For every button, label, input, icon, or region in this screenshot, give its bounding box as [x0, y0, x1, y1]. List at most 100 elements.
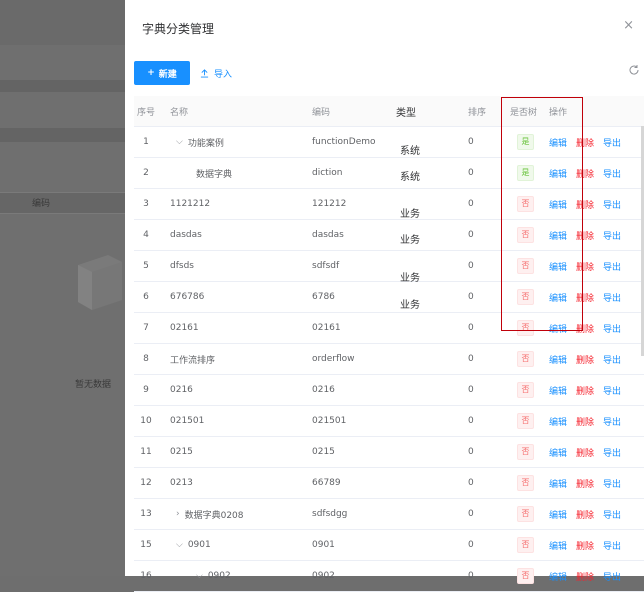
table-row[interactable]: 11 0215 0215 0 否编辑 删除 导出: [134, 437, 644, 468]
edit-link[interactable]: 编辑: [549, 260, 567, 273]
edit-link[interactable]: 编辑: [549, 322, 567, 335]
export-link[interactable]: 导出: [603, 198, 621, 211]
table-row[interactable]: 5 dfsds sdfsdf 0 否编辑 删除 导出: [134, 251, 644, 282]
export-link[interactable]: 导出: [603, 415, 621, 428]
chevron-right-icon[interactable]: ›: [176, 509, 180, 519]
row-operations: 编辑 删除 导出: [549, 189, 621, 219]
table-row[interactable]: 10 021501 021501 0 否编辑 删除 导出: [134, 406, 644, 437]
edit-link[interactable]: 编辑: [549, 198, 567, 211]
table-row[interactable]: 4 dasdas dasdas 0 否 编辑 删除 导出: [134, 220, 644, 251]
table-row[interactable]: 2 数据字典 diction 0 是编辑 删除 导出: [134, 158, 644, 189]
delete-link[interactable]: 删除: [576, 508, 594, 521]
delete-link[interactable]: 删除: [576, 353, 594, 366]
delete-link[interactable]: 删除: [576, 229, 594, 242]
export-link[interactable]: 导出: [603, 539, 621, 552]
row-operations: 编辑 删除 导出: [549, 251, 621, 281]
row-sort: 0: [468, 230, 474, 240]
edit-link[interactable]: 编辑: [549, 167, 567, 180]
row-name-text: 676786: [170, 292, 205, 302]
row-name-text: dasdas: [170, 230, 202, 240]
table-row[interactable]: 8 工作流排序 orderflow 0 否编辑 删除 导出: [134, 344, 644, 375]
status-badge: 是: [517, 165, 534, 181]
row-code: sdfsdf: [312, 261, 340, 271]
row-index: 4: [143, 230, 149, 240]
export-link[interactable]: 导出: [603, 229, 621, 242]
edit-link[interactable]: 编辑: [549, 229, 567, 242]
delete-link[interactable]: 删除: [576, 415, 594, 428]
status-badge: 否: [517, 537, 534, 553]
delete-link[interactable]: 删除: [576, 477, 594, 490]
table-row[interactable]: 1 ⌵ 功能案例 functionDemo 0 是编辑 删除 导出: [134, 127, 644, 158]
delete-link[interactable]: 删除: [576, 136, 594, 149]
table-row[interactable]: 15 ⌵ 0901 0901 0 否编辑 删除 导出: [134, 530, 644, 561]
table-row[interactable]: 7 02161 02161 0 否编辑 删除 导出: [134, 313, 644, 344]
edit-link[interactable]: 编辑: [549, 508, 567, 521]
export-link[interactable]: 导出: [603, 570, 621, 583]
import-button[interactable]: 导入: [200, 61, 232, 85]
row-name-text: 功能案例: [187, 138, 224, 149]
status-badge: 否: [517, 506, 534, 522]
export-link[interactable]: 导出: [603, 384, 621, 397]
row-code: 02161: [312, 323, 341, 333]
export-link[interactable]: 导出: [603, 322, 621, 335]
upload-icon: [200, 68, 209, 78]
delete-link[interactable]: 删除: [576, 167, 594, 180]
table-row[interactable]: 12 0213 66789 0 否编辑 删除 导出: [134, 468, 644, 499]
row-index: 10: [140, 416, 152, 426]
chevron-down-icon[interactable]: ⌵: [176, 540, 183, 550]
col-is-tree: 是否树: [510, 107, 538, 118]
new-button[interactable]: + 新建: [134, 61, 190, 85]
row-name: dfsds: [170, 251, 194, 281]
chevron-down-icon[interactable]: ⌵: [196, 571, 203, 581]
export-link[interactable]: 导出: [603, 446, 621, 459]
edit-link[interactable]: 编辑: [549, 415, 567, 428]
edit-link[interactable]: 编辑: [549, 353, 567, 366]
row-index: 1: [143, 137, 149, 147]
bg-header: [0, 0, 125, 45]
delete-link[interactable]: 删除: [576, 570, 594, 583]
edit-link[interactable]: 编辑: [549, 446, 567, 459]
export-link[interactable]: 导出: [603, 477, 621, 490]
edit-link[interactable]: 编辑: [549, 291, 567, 304]
edit-link[interactable]: 编辑: [549, 136, 567, 149]
export-link[interactable]: 导出: [603, 353, 621, 366]
col-name: 名称: [170, 107, 189, 118]
row-code: dasdas: [312, 230, 344, 240]
bg-band: [0, 80, 125, 92]
table-row[interactable]: 6 676786 6786 0 否编辑 删除 导出: [134, 282, 644, 313]
table-row[interactable]: 16 ⌵ 0902 0902 0 否编辑 删除 导出: [134, 561, 644, 592]
delete-link[interactable]: 删除: [576, 198, 594, 211]
export-link[interactable]: 导出: [603, 167, 621, 180]
chevron-down-icon[interactable]: ⌵: [176, 137, 183, 147]
row-operations: 编辑 删除 导出: [549, 530, 621, 560]
delete-link[interactable]: 删除: [576, 291, 594, 304]
table-row[interactable]: 3 1121212 121212 0 否编辑 删除 导出: [134, 189, 644, 220]
export-link[interactable]: 导出: [603, 291, 621, 304]
edit-link[interactable]: 编辑: [549, 477, 567, 490]
table-row[interactable]: 9 0216 0216 0 否编辑 删除 导出: [134, 375, 644, 406]
row-code: 0901: [312, 540, 335, 550]
row-operations: 编辑 删除 导出: [549, 406, 621, 436]
export-link[interactable]: 导出: [603, 260, 621, 273]
delete-link[interactable]: 删除: [576, 384, 594, 397]
delete-link[interactable]: 删除: [576, 539, 594, 552]
delete-link[interactable]: 删除: [576, 322, 594, 335]
delete-link[interactable]: 删除: [576, 446, 594, 459]
edit-link[interactable]: 编辑: [549, 539, 567, 552]
edit-link[interactable]: 编辑: [549, 570, 567, 583]
row-sort: 0: [468, 447, 474, 457]
edit-link[interactable]: 编辑: [549, 384, 567, 397]
export-link[interactable]: 导出: [603, 136, 621, 149]
row-sort: 0: [468, 354, 474, 364]
row-sort: 0: [468, 540, 474, 550]
row-operations: 编辑 删除 导出: [549, 127, 621, 157]
refresh-icon[interactable]: [628, 64, 640, 76]
row-is-tree: 否: [510, 189, 534, 219]
status-badge: 是: [517, 134, 534, 150]
row-is-tree: 否: [510, 220, 534, 250]
close-icon[interactable]: ×: [623, 18, 634, 33]
table-row[interactable]: 13 › 数据字典0208 sdfsdgg 0 否编辑 删除 导出: [134, 499, 644, 530]
delete-link[interactable]: 删除: [576, 260, 594, 273]
row-name: 02161: [170, 313, 199, 343]
export-link[interactable]: 导出: [603, 508, 621, 521]
